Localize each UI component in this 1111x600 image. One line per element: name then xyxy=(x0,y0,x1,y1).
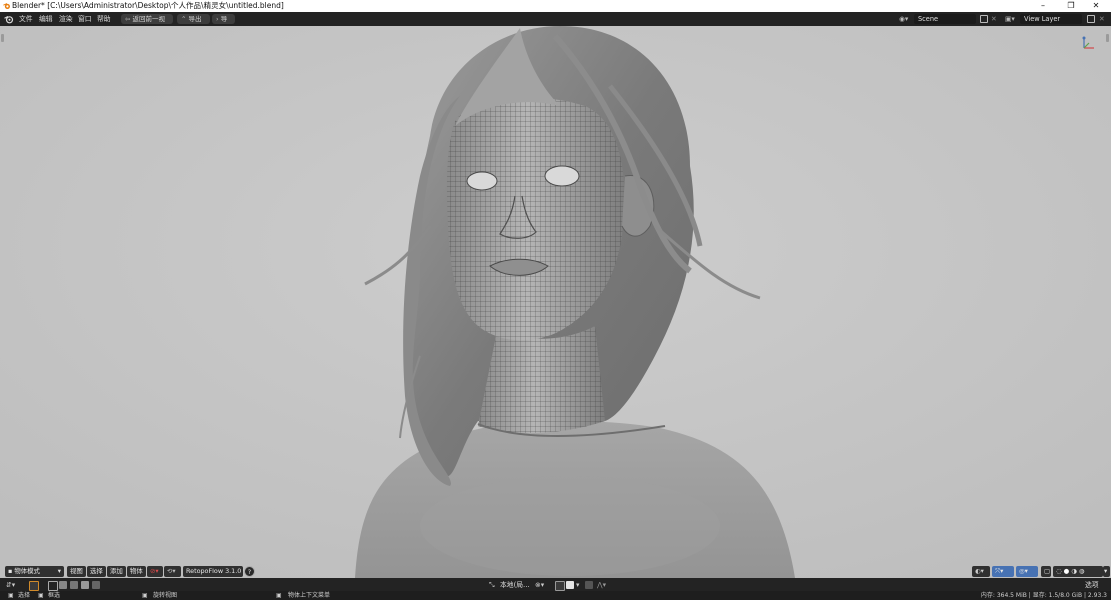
menu-help[interactable]: 帮助 xyxy=(97,12,111,26)
delete-scene-icon[interactable]: ✕ xyxy=(991,12,997,26)
export-icon: ⌃ xyxy=(181,15,187,23)
show-overlays-icon[interactable]: ◎▾ xyxy=(1016,566,1038,577)
transform-orientation-label[interactable]: 本地(局… xyxy=(500,578,530,592)
sculpt-model-render xyxy=(0,26,1111,578)
view-menu[interactable]: 视图 xyxy=(67,566,86,577)
import-icon: › xyxy=(216,15,219,23)
chevron-down-icon: ▾ xyxy=(57,567,61,575)
mouse-drag-icon: ▣ xyxy=(38,592,44,599)
select-new-icon[interactable] xyxy=(48,581,58,591)
select-menu[interactable]: 选择 xyxy=(87,566,106,577)
object-mode-dropdown[interactable]: ▪ 物体模式 ▾ xyxy=(5,566,64,577)
import-button[interactable]: › 导入 xyxy=(212,14,235,33)
object-mode-label: 物体模式 xyxy=(14,567,40,575)
transform-orientation-icon[interactable]: ⤡ xyxy=(489,578,494,592)
menu-render[interactable]: 渲染 xyxy=(59,12,73,26)
scene-selector-icon[interactable]: ◉▾ xyxy=(899,12,908,26)
mouse-right-icon: ▣ xyxy=(276,592,282,599)
menu-edit[interactable]: 编辑 xyxy=(39,12,53,26)
help-button[interactable]: ? xyxy=(244,566,255,577)
sidebar-expand-handle[interactable] xyxy=(1106,34,1109,42)
menu-window[interactable]: 窗口 xyxy=(78,12,92,26)
snap-toggle-icon[interactable]: ⟲▾ xyxy=(164,566,181,577)
add-menu[interactable]: 添加 xyxy=(107,566,126,577)
options-menu[interactable]: 选项 xyxy=(1085,578,1099,592)
pivot-point-icon[interactable]: ⊗▾ xyxy=(535,578,544,592)
delete-view-layer-icon[interactable]: ✕ xyxy=(1099,12,1105,26)
solid-shading-icon[interactable]: ● xyxy=(1064,567,1070,575)
blender-logo-icon xyxy=(3,3,10,9)
mouse-left-icon: ▣ xyxy=(8,592,14,599)
object-menu[interactable]: 物体 xyxy=(127,566,146,577)
menu-file[interactable]: 文件 xyxy=(19,12,33,26)
rendered-shading-icon[interactable]: ◍ xyxy=(1079,567,1085,575)
retopoflow-label: RetopoFlow 3.1.0 xyxy=(186,567,242,575)
export-label: 导出 xyxy=(188,15,202,23)
xray-toggle-icon[interactable]: ▢ xyxy=(1041,566,1051,577)
window-title: Blender* [C:\Users\Administrator\Desktop… xyxy=(12,1,284,10)
window-titlebar: Blender* [C:\Users\Administrator\Desktop… xyxy=(0,0,1111,12)
select-extend-icon[interactable] xyxy=(59,581,67,589)
show-gizmo-icon[interactable]: ⤧▾ xyxy=(992,566,1014,577)
select-tool-icon[interactable] xyxy=(29,581,39,591)
visibility-toggle-icon[interactable]: ◐▾ xyxy=(972,566,990,577)
status-bar: ▣ 选择 ▣ 框选 ▣ 旋转视图 ▣ 物体上下文菜单 内存: 364.5 MiB… xyxy=(0,591,1111,600)
editor-type-icon[interactable]: ⇵▾ xyxy=(6,578,15,592)
scene-name-field[interactable]: Scene xyxy=(914,14,976,24)
select-subtract-icon[interactable] xyxy=(70,581,78,589)
status-rotate-view: 旋转视图 xyxy=(153,592,178,599)
3d-viewport[interactable] xyxy=(0,26,1111,578)
close-button[interactable]: ✕ xyxy=(1081,0,1111,12)
proportional-edit-icon[interactable] xyxy=(585,581,593,589)
object-mode-icon: ▪ xyxy=(8,567,13,575)
view-layer-selector-icon[interactable]: ▣▾ xyxy=(1005,12,1015,26)
back-to-previous-button[interactable]: ⇦ 返回前一视图 xyxy=(121,14,173,33)
status-select: 选择 xyxy=(18,592,31,599)
status-box-select: 框选 xyxy=(48,592,61,599)
snap-dropdown-icon[interactable]: ▾ xyxy=(576,578,579,592)
blender-menu-icon[interactable] xyxy=(4,15,14,24)
status-stats: 内存: 364.5 MiB | 显存: 1.5/8.0 GiB | 2.93.3 xyxy=(980,592,1107,599)
view-layer-field[interactable]: View Layer xyxy=(1020,14,1082,24)
gizmo-toggle-icon[interactable]: ⊘▾ xyxy=(147,566,163,577)
select-invert-icon[interactable] xyxy=(81,581,89,589)
shading-mode-group[interactable]: ◌ ● ◑ ◍ xyxy=(1053,566,1103,577)
new-view-layer-icon[interactable] xyxy=(1087,15,1095,23)
navigation-gizmo-icon[interactable] xyxy=(1080,34,1098,52)
select-intersect-icon[interactable] xyxy=(92,581,100,589)
export-button[interactable]: ⌃ 导出 xyxy=(177,14,210,24)
status-context-menu: 物体上下文菜单 xyxy=(288,592,331,599)
shading-options-icon[interactable]: ▾ xyxy=(1103,566,1110,577)
tool-settings-bar: ⇵▾ ⤡ 本地(局… ⊗▾ ▾ ⋀▾ 选项 xyxy=(0,578,1111,591)
new-scene-icon[interactable] xyxy=(980,15,988,23)
blender-topbar: 文件 编辑 渲染 窗口 帮助 ⇦ 返回前一视图 ⌃ 导出 › 导入 ◉▾ Sce… xyxy=(0,12,1111,33)
retopoflow-dropdown[interactable]: RetopoFlow 3.1.0 ▾ xyxy=(183,566,247,577)
falloff-icon[interactable]: ⋀▾ xyxy=(597,578,606,592)
mouse-middle-icon: ▣ xyxy=(142,592,148,599)
snap-icon[interactable] xyxy=(555,581,565,591)
minimize-button[interactable]: – xyxy=(1028,0,1058,12)
toolbar-expand-handle[interactable] xyxy=(1,34,4,42)
snap-target-icon[interactable] xyxy=(566,581,574,589)
material-shading-icon[interactable]: ◑ xyxy=(1071,567,1077,575)
wireframe-shading-icon[interactable]: ◌ xyxy=(1056,567,1062,575)
back-arrow-icon: ⇦ xyxy=(125,15,131,23)
